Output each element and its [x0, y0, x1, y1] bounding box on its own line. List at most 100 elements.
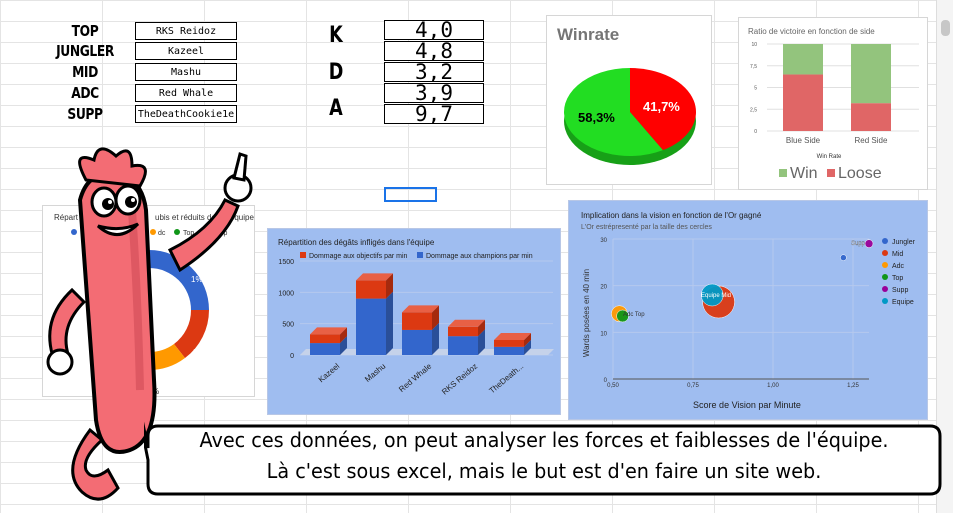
- side-y-tick: 10: [751, 42, 757, 48]
- pie-label-win: 58,3%: [578, 110, 615, 125]
- damage-chart-title: Répartition des dégâts infligés dans l'é…: [278, 238, 435, 247]
- vision-x-tick: 1,00: [767, 383, 779, 389]
- damage-bar-champions: [356, 298, 386, 355]
- speech-bubble-text: Avec ces données, on peut analyser les f…: [160, 425, 928, 487]
- pie-label-loss: 41,7%: [643, 99, 680, 114]
- damage-chart-svg: Répartition des dégâts infligés dans l'é…: [278, 238, 554, 397]
- role-label-jungler: JUNGLER: [56, 42, 114, 60]
- side-x-title: Win Rate: [817, 154, 842, 160]
- mascot-eye-shine: [108, 200, 112, 204]
- side-bar-loose: [783, 74, 823, 131]
- mascot-pupil-left: [102, 198, 114, 210]
- damage-x-tick: TheDeath...: [487, 362, 525, 396]
- kda-letter-k: K: [329, 23, 343, 48]
- damage-y-tick: 0: [290, 353, 294, 360]
- vision-chart[interactable]: Implication dans la vision en fonction d…: [568, 200, 928, 420]
- vision-y-tick: 30: [600, 238, 607, 244]
- role-label-top: TOP: [71, 22, 99, 40]
- vision-legend-label: Equipe: [892, 299, 914, 306]
- damage-bar-champions: [402, 329, 432, 355]
- damage-bar-champions: [310, 343, 340, 355]
- side-y-tick: 2,5: [750, 107, 757, 113]
- vision-legend-label: Supp: [892, 287, 908, 294]
- damage-bar-objectives: [494, 339, 524, 347]
- damage-bar-objectives: [310, 334, 340, 344]
- role-label-mid: MID: [72, 63, 98, 81]
- damage-bar-objectives: [356, 280, 386, 299]
- side-y-tick: 5: [754, 86, 757, 92]
- vision-point-supp: [864, 239, 874, 248]
- vision-label-supp: Supp: [851, 241, 866, 247]
- speech-line-1: Avec ces données, on peut analyser les f…: [199, 428, 889, 452]
- damage-bar-objectives: [402, 312, 432, 330]
- mascot-glove-left: [46, 348, 74, 376]
- damage-bar-champions: [448, 336, 478, 355]
- kda-value-cell[interactable]: 4,8: [384, 41, 484, 62]
- vision-y-tick: 20: [600, 285, 607, 291]
- kda-value-cell[interactable]: 4,0: [384, 20, 484, 41]
- vision-label-equipe-mid: Equipe Mid: [701, 293, 731, 299]
- winrate-title: Winrate: [557, 25, 619, 44]
- legend-swatch-loose: [827, 169, 835, 177]
- damage-dealt-chart[interactable]: Répartition des dégâts infligés dans l'é…: [267, 228, 561, 415]
- vision-y-tick: 10: [600, 331, 607, 337]
- side-y-tick: 0: [754, 129, 757, 135]
- kda-value-cell[interactable]: 3,2: [384, 62, 484, 83]
- selected-cell[interactable]: [384, 187, 437, 202]
- side-bar-win: [851, 44, 891, 104]
- vision-chart-subtitle: L'Or estrépresenté par la taille des cer…: [581, 224, 712, 231]
- scrollbar-thumb[interactable]: [941, 20, 950, 36]
- side-y-tick: 7,5: [750, 64, 757, 70]
- damage-legend-objectives: Dommage aux objectifs par min: [309, 253, 408, 260]
- mascot-finger-pointing: [232, 152, 248, 182]
- kda-value-cell[interactable]: 9,7: [384, 104, 484, 125]
- mascot-arm-raised: [167, 198, 240, 273]
- vision-legend-dot: [882, 286, 888, 292]
- vision-legend-dot: [882, 274, 888, 280]
- vision-legend-label: Jungler: [892, 239, 916, 246]
- damage-y-tick: 1000: [278, 290, 294, 297]
- winrate-chart[interactable]: Winrate 58,3% 41,7%: [546, 15, 712, 185]
- role-label-supp: SUPP: [67, 105, 103, 123]
- damage-y-tick: 500: [282, 322, 294, 329]
- vision-chart-svg: Implication dans la vision en fonction d…: [581, 211, 916, 410]
- kda-letter-a: A: [329, 96, 343, 121]
- winrate-chart-svg: Winrate 58,3% 41,7%: [557, 25, 696, 165]
- vision-ylabel: Wards posées en 40 min: [582, 269, 591, 357]
- vision-xlabel: Score de Vision par Minute: [693, 400, 801, 410]
- side-x-tick: Red Side: [855, 136, 888, 145]
- vision-x-tick: 1,25: [847, 383, 859, 389]
- player-cell-supp[interactable]: TheDeathCookie1e: [135, 105, 237, 123]
- player-cell-mid[interactable]: Mashu: [135, 63, 237, 81]
- player-cell-adc[interactable]: Red Whale: [135, 84, 237, 102]
- vision-chart-title: Implication dans la vision en fonction d…: [581, 211, 762, 220]
- damage-x-tick: Red Whale: [397, 361, 434, 394]
- legend-label-loose: Loose: [838, 165, 882, 182]
- side-chart-title: Ratio de victoire en fonction de side: [748, 27, 875, 36]
- vision-legend-dot: [882, 262, 888, 268]
- vision-legend-dot: [882, 250, 888, 256]
- damage-x-tick: Kazeel: [317, 361, 342, 384]
- vision-legend-dot: [882, 238, 888, 244]
- player-cell-top[interactable]: RKS Reidoz: [135, 22, 237, 40]
- damage-legend-swatch-objectives: [300, 252, 306, 258]
- mascot-body: [77, 171, 157, 454]
- mascot-hair: [78, 147, 147, 188]
- side-x-tick: Blue Side: [786, 136, 821, 145]
- side-bar-loose: [851, 103, 891, 131]
- vision-x-tick: 0,75: [687, 383, 699, 389]
- damage-legend-swatch-champions: [417, 252, 423, 258]
- damage-bar-champions: [494, 346, 524, 355]
- mascot-pupil-right: [125, 196, 137, 208]
- legend-swatch-win: [779, 169, 787, 177]
- side-bar-win: [783, 44, 823, 75]
- vision-legend-label: Mid: [892, 251, 903, 258]
- vision-legend-label: Adc: [892, 263, 905, 270]
- legend-label-win: Win: [790, 165, 818, 182]
- role-label-adc: ADC: [71, 84, 99, 102]
- side-ratio-chart[interactable]: Ratio de victoire en fonction de side 10…: [738, 17, 928, 190]
- kda-value-cell[interactable]: 3,9: [384, 83, 484, 104]
- vision-point-jungler: [840, 254, 847, 261]
- player-cell-jungler[interactable]: Kazeel: [135, 42, 237, 60]
- damage-legend-champions: Dommage aux champions par min: [426, 253, 533, 260]
